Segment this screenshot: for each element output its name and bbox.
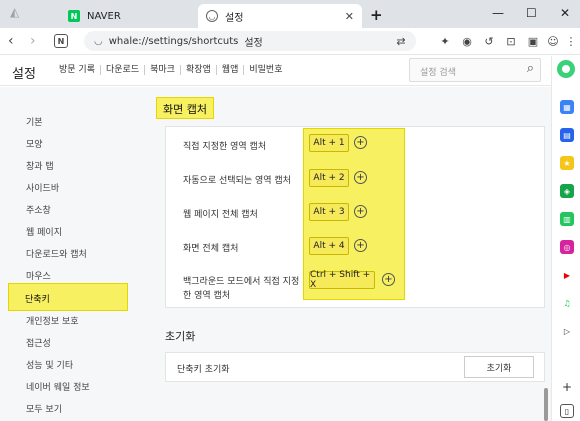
star-icon[interactable]: ★	[560, 156, 574, 170]
url-text: whale://settings/shortcuts	[108, 35, 239, 47]
shortcut-label-full-page: 웹 페이지 전체 캡처	[183, 210, 258, 220]
back-icon[interactable]: ‹	[8, 33, 14, 49]
shortcut-key-full-screen[interactable]: Alt + 4	[309, 237, 349, 255]
tab-naver[interactable]: N NAVER	[60, 4, 196, 28]
green-dot-icon[interactable]	[557, 60, 575, 78]
reset-button[interactable]: 초기화	[464, 356, 534, 378]
page-title: 설정	[12, 67, 36, 82]
shortcut-label-auto: 자동으로 선택되는 영역 캡처	[183, 176, 291, 186]
sidebar-item-accessibility[interactable]: 접근성	[26, 336, 51, 349]
naver-home-icon[interactable]: N	[54, 34, 68, 48]
sidebar-item-shortcuts[interactable]: 단축키	[8, 283, 128, 311]
close-window-button[interactable]: ✕	[560, 6, 570, 20]
instagram-icon[interactable]: ◎	[560, 240, 574, 254]
naver-icon: N	[68, 10, 80, 22]
url-page-label: 설정	[244, 37, 263, 49]
calendar-icon[interactable]: ▦	[560, 100, 574, 114]
maximize-button[interactable]: ☐	[526, 6, 537, 20]
settings-header: 설정 방문 기록 다운로드 북마크 확장앱 웹앱 비밀번호 설정 검색 ⌕	[0, 56, 551, 86]
right-sidebar: ▦ ▤ ★ ◈ ▥ ◎ ▶ ♫ ▷ + • ▯	[551, 56, 580, 421]
history-icon[interactable]: ↺	[482, 34, 496, 48]
shortcut-key-background[interactable]: Ctrl + Shift + X	[309, 270, 375, 290]
capture-icon[interactable]: ⊡	[504, 34, 518, 48]
shortcut-label-full-screen: 화면 전체 캡처	[183, 244, 239, 254]
add-shortcut-icon[interactable]: +	[354, 171, 367, 184]
translate-icon[interactable]: ⇄	[394, 34, 408, 48]
whale-icon: ◡	[206, 10, 218, 22]
sidebar-item-appearance[interactable]: 모양	[26, 137, 43, 150]
sidebar-item-downloads-capture[interactable]: 다운로드와 캡처	[26, 247, 87, 260]
tab-strip: ◭ N NAVER ◡ 설정 ✕ + — ☐ ✕	[0, 0, 580, 28]
open-sidebar-icon[interactable]: ▯	[560, 404, 574, 418]
shortcut-label-background-line2: 한 영역 캡처	[183, 291, 231, 301]
shortcut-label-background-line1: 백그라운드 모드에서 직접 지정	[183, 277, 300, 287]
add-shortcut-icon[interactable]: +	[354, 205, 367, 218]
nav-extensions[interactable]: 확장앱	[181, 65, 217, 75]
shortcut-key-auto[interactable]: Alt + 2	[309, 169, 349, 187]
webtoon-icon[interactable]: ▥	[560, 212, 574, 226]
shortcut-key-region[interactable]: Alt + 1	[309, 134, 349, 152]
sidebar-item-basic[interactable]: 기본	[26, 115, 43, 128]
sidebar-item-about[interactable]: 네이버 웨일 정보	[26, 380, 90, 393]
play-icon[interactable]: ▷	[560, 324, 574, 338]
tab-naver-label: NAVER	[87, 10, 121, 22]
sidebar-settings-icon[interactable]	[560, 380, 574, 394]
youtube-icon[interactable]: ▶	[560, 268, 574, 282]
minimize-button[interactable]: —	[492, 6, 504, 20]
new-tab-button[interactable]: +	[370, 6, 383, 24]
search-placeholder: 설정 검색	[420, 68, 456, 78]
address-bar: ‹ › N ◡ whale://settings/shortcuts 설정 ⇄ …	[0, 28, 580, 55]
close-tab-icon[interactable]: ✕	[345, 10, 354, 23]
screenshot-icon[interactable]: ▣	[526, 34, 540, 48]
nav-webapps[interactable]: 웹앱	[217, 65, 245, 75]
extension-icon[interactable]: ✦	[438, 34, 452, 48]
settings-search-input[interactable]: 설정 검색 ⌕	[409, 58, 541, 82]
sidebar-item-performance[interactable]: 성능 및 기타	[26, 358, 73, 371]
tab-settings[interactable]: ◡ 설정 ✕	[198, 4, 362, 28]
url-field[interactable]: ◡ whale://settings/shortcuts 설정	[84, 31, 416, 51]
nav-downloads[interactable]: 다운로드	[101, 65, 146, 75]
settings-top-nav: 방문 기록 다운로드 북마크 확장앱 웹앱 비밀번호	[54, 65, 287, 75]
sidebar-item-address-bar[interactable]: 주소창	[26, 203, 51, 216]
add-shortcut-icon[interactable]: +	[354, 136, 367, 149]
whale-icon: ◡	[94, 35, 103, 47]
capture-section-title: 화면 캡처	[156, 97, 214, 119]
nav-passwords[interactable]: 비밀번호	[244, 65, 287, 75]
sidebar-item-web-page[interactable]: 웹 페이지	[26, 225, 62, 238]
shortcut-label-region: 직접 지정한 영역 캡처	[183, 142, 267, 152]
menu-icon[interactable]: ⋮	[564, 34, 578, 48]
reset-section-title: 초기화	[165, 330, 196, 343]
sidebar-item-privacy[interactable]: 개인정보 보호	[26, 314, 79, 327]
search-icon[interactable]: ⌕	[527, 61, 534, 76]
sidebar-item-mouse[interactable]: 마우스	[26, 269, 51, 282]
sidebar-item-show-all[interactable]: 모두 보기	[26, 402, 62, 415]
tab-settings-label: 설정	[225, 12, 244, 24]
scrollbar-thumb[interactable]	[544, 388, 548, 421]
reset-shortcuts-label: 단축키 초기화	[177, 365, 230, 375]
music-icon[interactable]: ♫	[560, 296, 574, 310]
nav-bookmarks[interactable]: 북마크	[145, 65, 181, 75]
sidebar-item-sidebar[interactable]: 사이드바	[26, 181, 59, 194]
add-shortcut-icon[interactable]: +	[382, 273, 395, 286]
profile-sync-icon[interactable]: ◉	[460, 34, 474, 48]
sidebar-item-windows-tabs[interactable]: 창과 탭	[26, 159, 54, 172]
whale-logo-icon: ◭	[10, 5, 20, 19]
papago-icon[interactable]: ◈	[560, 184, 574, 198]
shortcut-key-full-page[interactable]: Alt + 3	[309, 203, 349, 221]
account-icon[interactable]: ☺	[546, 34, 560, 48]
memo-icon[interactable]: ▤	[560, 128, 574, 142]
forward-icon[interactable]: ›	[30, 33, 36, 49]
add-shortcut-icon[interactable]: +	[354, 239, 367, 252]
nav-history[interactable]: 방문 기록	[54, 65, 101, 75]
